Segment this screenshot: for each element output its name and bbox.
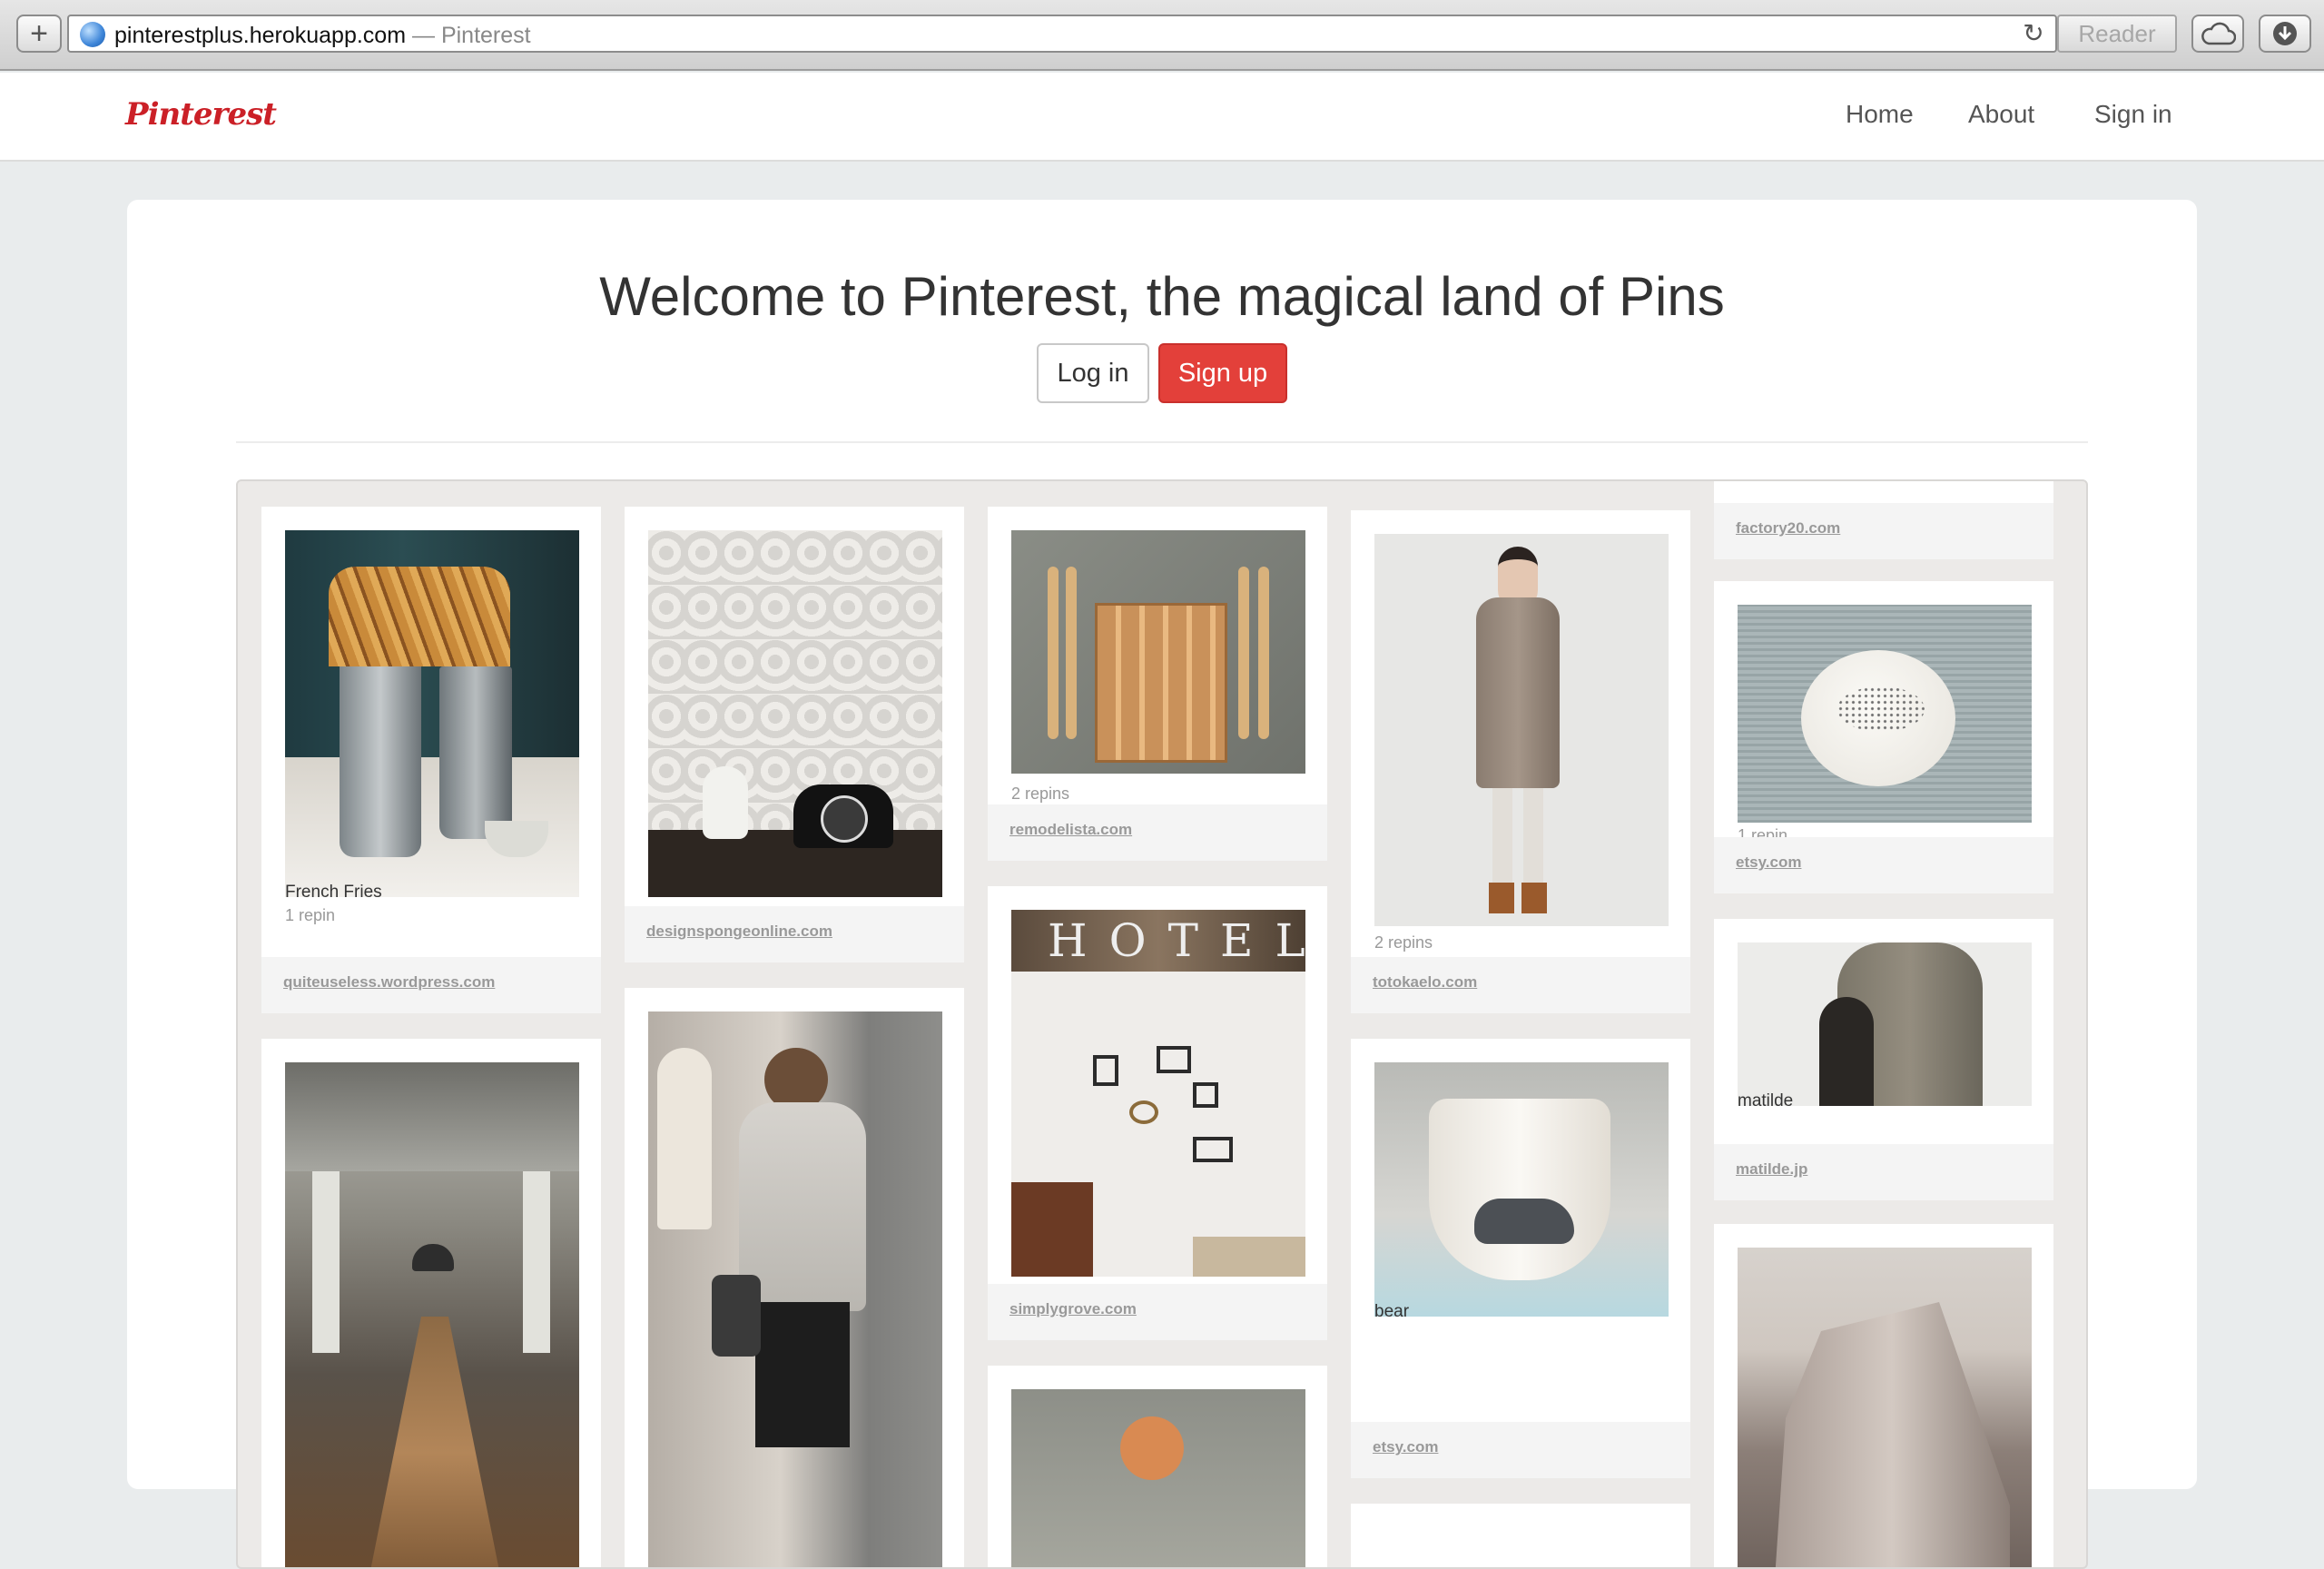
nav-signin-link[interactable]: Sign in — [2094, 100, 2172, 129]
pin-card[interactable] — [1351, 1504, 1690, 1567]
address-bar-text: pinterestplus.herokuapp.com — Pinterest — [114, 23, 531, 49]
pin-source-link[interactable]: simplygrove.com — [1009, 1300, 1137, 1318]
pin-card[interactable]: 2 repins remodelista.com — [988, 507, 1327, 861]
divider — [236, 441, 2088, 443]
pin-card[interactable]: factory20.com — [1714, 481, 2053, 559]
pin-source[interactable]: etsy.com — [1351, 1422, 1690, 1478]
hero-title: Welcome to Pinterest, the magical land o… — [599, 266, 1725, 327]
pin-source[interactable]: simplygrove.com — [988, 1284, 1327, 1340]
pin-card[interactable]: 1 repin etsy.com — [1714, 581, 2053, 893]
pin-source[interactable]: factory20.com — [1714, 503, 2053, 559]
site-navbar: Pinterest Home About Sign in — [0, 73, 2324, 162]
plus-icon: + — [30, 16, 48, 51]
pin-description: French Fries — [285, 883, 382, 902]
pin-card[interactable]: designspongeonline.com — [625, 507, 964, 962]
pin-source-link[interactable]: designspongeonline.com — [646, 923, 832, 941]
pin-source[interactable]: quiteuseless.wordpress.com — [261, 957, 601, 1013]
street-fashion-photo[interactable] — [648, 1011, 942, 1567]
url-separator: — — [406, 23, 441, 48]
reader-button[interactable]: Reader — [2057, 15, 2177, 53]
nav-home-link[interactable]: Home — [1846, 100, 1914, 129]
pin-repins: 1 repin — [285, 906, 336, 924]
pin-source-link[interactable]: matilde.jp — [1736, 1160, 1807, 1179]
reload-icon[interactable]: ↻ — [2017, 16, 2050, 49]
browser-toolbar: + pinterestplus.herokuapp.com — Pinteres… — [0, 0, 2324, 71]
pin-source-link[interactable]: etsy.com — [1736, 854, 1801, 872]
nav-about-link[interactable]: About — [1968, 100, 2034, 129]
mountain-photo[interactable] — [1738, 1248, 2032, 1567]
pin-source-link[interactable]: totokaelo.com — [1373, 973, 1477, 992]
pin-source[interactable]: totokaelo.com — [1351, 957, 1690, 1013]
login-button[interactable]: Log in — [1037, 343, 1149, 403]
pinterest-logo[interactable]: Pinterest — [125, 96, 277, 133]
pin-card[interactable]: HOTEL simplygrove.com — [988, 886, 1327, 1340]
pin-card[interactable]: 2 repins totokaelo.com — [1351, 510, 1690, 1013]
pin-card[interactable]: matilde matilde.jp — [1714, 919, 2053, 1200]
page-title-text: Pinterest — [440, 23, 531, 48]
dining-hall-photo[interactable] — [285, 1062, 579, 1567]
pin-source-link[interactable]: remodelista.com — [1009, 821, 1132, 839]
address-bar[interactable]: pinterestplus.herokuapp.com — Pinterest — [67, 15, 2057, 53]
globe-icon — [80, 22, 105, 47]
download-icon — [2273, 22, 2297, 45]
pin-card[interactable] — [1714, 1224, 2053, 1567]
downloads-button[interactable] — [2259, 15, 2311, 53]
url-text: pinterestplus.herokuapp.com — [114, 23, 407, 48]
pin-board: French Fries 1 repin quiteuseless.wordpr… — [236, 479, 2088, 1569]
tshirt-photo[interactable] — [1738, 942, 2032, 1106]
pin-card[interactable] — [261, 1039, 601, 1567]
pin-source-link[interactable]: quiteuseless.wordpress.com — [283, 973, 495, 992]
pin-repins: 2 repins — [1011, 784, 1070, 803]
new-tab-button[interactable]: + — [16, 15, 62, 53]
pin-card[interactable]: bear etsy.com — [1351, 1039, 1690, 1478]
dress-model-photo[interactable] — [1374, 534, 1669, 926]
pin-source-link[interactable]: factory20.com — [1736, 519, 1840, 538]
portrait-photo[interactable] — [1011, 1389, 1305, 1567]
pin-source-link[interactable]: etsy.com — [1373, 1438, 1438, 1456]
pin-source[interactable]: designspongeonline.com — [625, 906, 964, 962]
pin-description: matilde — [1738, 1091, 1794, 1110]
pin-card[interactable]: French Fries 1 repin quiteuseless.wordpr… — [261, 507, 601, 1013]
icloud-tabs-button[interactable] — [2191, 15, 2244, 53]
pin-source[interactable]: matilde.jp — [1714, 1144, 2053, 1200]
toothbrushes-photo[interactable] — [1011, 530, 1305, 774]
pin-repins: 2 repins — [1374, 933, 1433, 952]
pin-source[interactable]: etsy.com — [1714, 837, 2053, 893]
pin-card[interactable] — [625, 988, 964, 1567]
signup-button[interactable]: Sign up — [1158, 343, 1287, 403]
pin-source[interactable]: remodelista.com — [988, 804, 1327, 861]
bear-cup-photo[interactable] — [1374, 1062, 1669, 1317]
hotel-sign-photo[interactable]: HOTEL — [1011, 910, 1305, 1277]
pin-description: bear — [1374, 1302, 1410, 1321]
french-fries-photo[interactable] — [285, 530, 579, 897]
main-card: Welcome to Pinterest, the magical land o… — [127, 200, 2197, 1569]
cloud-icon — [2201, 22, 2236, 45]
ceramic-dish-photo[interactable] — [1738, 605, 2032, 823]
pin-card[interactable] — [988, 1366, 1327, 1567]
owl-wallpaper-photo[interactable] — [648, 530, 942, 897]
